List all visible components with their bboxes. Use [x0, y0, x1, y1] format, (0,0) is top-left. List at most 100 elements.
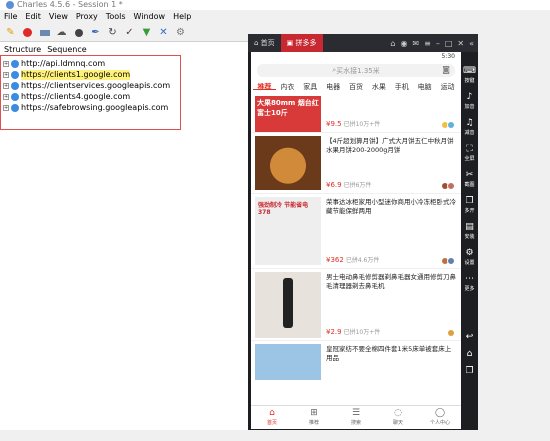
keyboard-icon: ⌨: [463, 66, 476, 76]
host-label: https://clientservices.googleapis.com: [21, 81, 171, 90]
minimize-icon[interactable]: –: [436, 39, 440, 48]
product-title: 男士电动鼻毛修剪器剃鼻毛器女通用修剪刀鼻毛清理器剃去鼻毛机: [326, 273, 456, 290]
menu-edit[interactable]: Edit: [25, 10, 41, 24]
product-price: ¥9.5: [326, 120, 342, 128]
account-icon[interactable]: ◉: [400, 39, 407, 48]
record-icon[interactable]: [21, 26, 34, 39]
gear-icon[interactable]: ⚙: [174, 26, 187, 39]
emulator-tab-label: 拼多多: [295, 39, 317, 47]
nav-search[interactable]: ☰ 搜索: [335, 406, 377, 429]
product-title: 荣事达冰柜家用小型迷你商用小冷冻柜卧式冷藏节能保鲜两用: [326, 198, 456, 215]
product-image: [255, 344, 321, 380]
product-price: ¥6.9: [326, 181, 342, 189]
mail-icon[interactable]: ✉: [412, 39, 419, 48]
product-card[interactable]: 【4斤超划算月饼】广式大月饼五仁中秋月饼水果月饼200-2000g月饼 ¥6.9…: [251, 133, 461, 194]
back-button[interactable]: ↩: [461, 332, 478, 343]
sidebar-settings[interactable]: ⚙ 设置: [461, 248, 478, 266]
sidebar-label: 设置: [464, 260, 475, 266]
product-card[interactable]: 大果80mm 烟台红富士10斤 ¥9.5 已拼10万+件: [251, 93, 461, 133]
maximize-icon[interactable]: □: [445, 39, 453, 48]
category-tab[interactable]: 推荐: [253, 82, 276, 91]
host-label: http://api.ldmnq.com: [21, 59, 106, 68]
bottom-nav: ⌂ 首页 ⊞ 推荐 ☰ 搜索 ◌ 聊天 ◯ 个人中心: [251, 405, 461, 429]
category-tab[interactable]: 手机: [390, 82, 413, 91]
menu-icon[interactable]: ≡: [424, 39, 431, 48]
menu-file[interactable]: File: [4, 10, 17, 24]
nav-label: 聊天: [392, 420, 403, 426]
nav-profile[interactable]: ◯ 个人中心: [419, 406, 461, 429]
pen-icon[interactable]: ✒: [89, 26, 102, 39]
category-tab[interactable]: 水果: [367, 82, 390, 91]
sidebar-install[interactable]: ▤ 安装: [461, 222, 478, 240]
product-card[interactable]: 皇冠家纺不要全棉四件套1米5床单被套床上用品: [251, 341, 461, 381]
host-row[interactable]: + https://clientservices.googleapis.com: [3, 81, 170, 91]
profile-icon: ◯: [434, 408, 446, 418]
gamepad-icon[interactable]: ⌂: [390, 39, 395, 48]
home-icon: ⌂: [269, 408, 275, 418]
globe-icon: [11, 71, 19, 79]
recents-icon: ❐: [465, 366, 474, 376]
product-price-line: ¥362 已拼4.6万件: [326, 255, 379, 264]
nav-label: 搜索: [350, 420, 361, 426]
product-price: ¥2.9: [326, 328, 342, 336]
throttle-icon[interactable]: [38, 26, 51, 39]
sidebar-keymap[interactable]: ⌨ 按键: [461, 66, 478, 84]
emulator-tab-bar: ⌂ 首页 ▣ 拼多多 ⌂ ◉ ✉ ≡ – □ ✕ «: [248, 34, 478, 52]
camera-icon[interactable]: ◙: [442, 65, 450, 74]
sidebar-volume-up[interactable]: ♪ 加音: [461, 92, 478, 110]
sidebar-screenshot[interactable]: ✂ 截图: [461, 170, 478, 188]
globe-icon: [11, 93, 19, 101]
menu-view[interactable]: View: [49, 10, 68, 24]
sidebar-more[interactable]: ⋯ 更多: [461, 274, 478, 292]
collapse-icon[interactable]: «: [469, 39, 474, 48]
recents-button[interactable]: ❐: [461, 366, 478, 377]
product-card[interactable]: 强劲制冷 节能省电 378 荣事达冰柜家用小型迷你商用小冷冻柜卧式冷藏节能保鲜两…: [251, 194, 461, 269]
category-tab[interactable]: 电器: [322, 82, 345, 91]
host-label: https://clients1.google.com: [21, 70, 131, 80]
sidebar-volume-down[interactable]: ♫ 减音: [461, 118, 478, 136]
emulator-tab-home[interactable]: ⌂ 首页: [248, 34, 281, 52]
volume-down-icon: ♫: [465, 118, 474, 128]
expand-icon[interactable]: +: [3, 105, 9, 111]
expand-icon[interactable]: +: [3, 61, 9, 67]
close-icon[interactable]: ✕: [457, 39, 464, 48]
product-title: 皇冠家纺不要全棉四件套1米5床单被套床上用品: [326, 345, 452, 362]
title-bar: Charles 4.5.6 - Session 1 *: [0, 0, 550, 10]
expand-icon[interactable]: +: [3, 94, 9, 100]
category-tab[interactable]: 百货: [345, 82, 368, 91]
nav-recommend[interactable]: ⊞ 推荐: [293, 406, 335, 429]
host-row[interactable]: + https://safebrowsing.googleapis.com: [3, 103, 168, 113]
menu-help[interactable]: Help: [173, 10, 191, 24]
search-input[interactable]: ⌕ 买水接1.35米 ◙: [257, 64, 455, 77]
sidebar-label: 更多: [464, 286, 475, 292]
emulator-tab-pdd[interactable]: ▣ 拼多多: [280, 34, 323, 52]
check-icon[interactable]: ✓: [123, 26, 136, 39]
menu-window[interactable]: Window: [134, 10, 166, 24]
home-button[interactable]: ⌂: [461, 349, 478, 360]
category-tab[interactable]: 电脑: [413, 82, 436, 91]
nav-home[interactable]: ⌂ 首页: [251, 406, 293, 429]
refresh-icon[interactable]: ↻: [106, 26, 119, 39]
expand-icon[interactable]: +: [3, 83, 9, 89]
category-tab[interactable]: 家具: [299, 82, 322, 91]
category-tab[interactable]: 内衣: [276, 82, 299, 91]
host-row[interactable]: + https://clients4.google.com: [3, 92, 130, 102]
sidebar-fullscreen[interactable]: ⛶ 全屏: [461, 144, 478, 162]
product-price-line: ¥2.9 已拼10万+件: [326, 327, 380, 336]
menu-proxy[interactable]: Proxy: [76, 10, 98, 24]
menu-tools[interactable]: Tools: [106, 10, 126, 24]
product-sold: 已拼10万+件: [343, 121, 381, 128]
basket-icon[interactable]: ▼: [140, 26, 153, 39]
host-row[interactable]: + https://clients1.google.com: [3, 70, 131, 80]
sidebar-multi[interactable]: ❐ 多开: [461, 196, 478, 214]
stop-icon[interactable]: [72, 26, 85, 39]
tools-icon[interactable]: ✕: [157, 26, 170, 39]
nav-chat[interactable]: ◌ 聊天: [377, 406, 419, 429]
cloud-icon[interactable]: ☁: [55, 26, 68, 39]
category-tab[interactable]: 运动: [436, 82, 459, 91]
broom-icon[interactable]: ✎: [4, 26, 17, 39]
back-icon: ↩: [465, 332, 474, 342]
product-card[interactable]: 男士电动鼻毛修剪器剃鼻毛器女通用修剪刀鼻毛清理器剃去鼻毛机 ¥2.9 已拼10万+…: [251, 269, 461, 341]
expand-icon[interactable]: +: [3, 72, 9, 78]
host-row[interactable]: + http://api.ldmnq.com: [3, 59, 105, 69]
